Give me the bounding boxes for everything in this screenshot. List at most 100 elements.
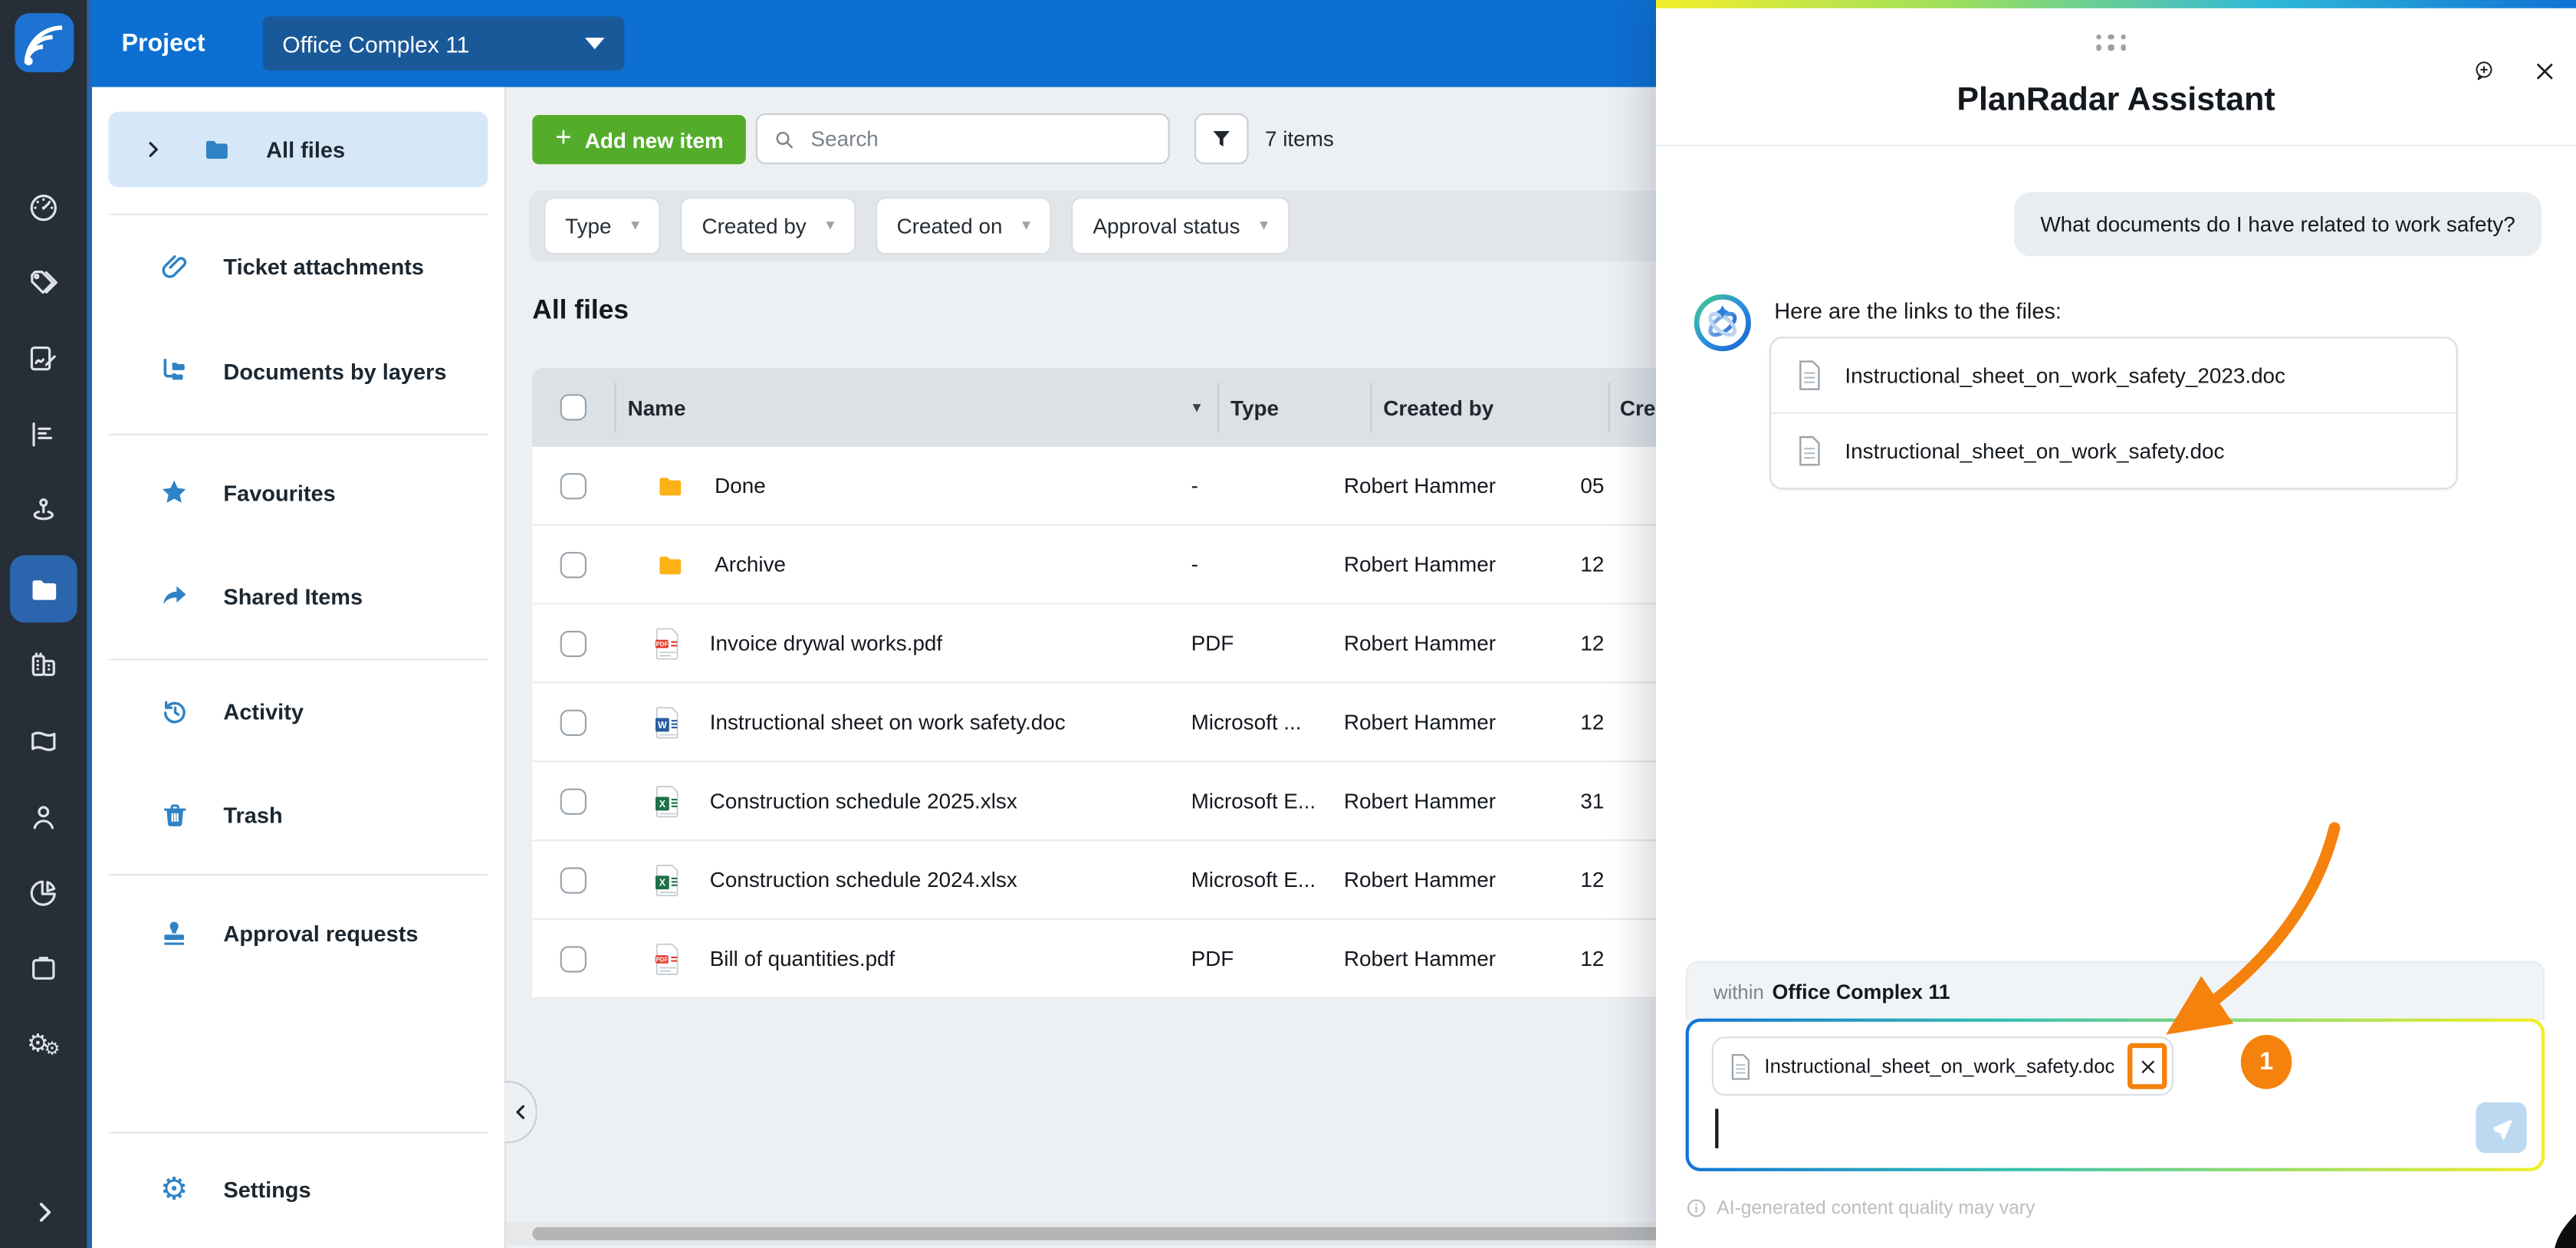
chevron-down-icon <box>585 38 605 49</box>
project-label: Project <box>122 30 205 57</box>
sidebar-item-activity[interactable]: Activity <box>108 674 488 750</box>
attachment-chip[interactable]: Instructional_sheet_on_work_safety.doc <box>1712 1036 2174 1095</box>
sort-caret-icon[interactable]: ▾ <box>1193 399 1201 417</box>
sidebar-item-settings[interactable]: ⚙ Settings <box>108 1151 488 1227</box>
rail-expand-button[interactable] <box>10 1177 77 1245</box>
excel-file-icon: X <box>654 863 682 896</box>
column-header-created-by[interactable]: Created by <box>1370 368 1608 447</box>
share-arrow-icon <box>141 580 207 613</box>
search-box <box>756 113 1170 164</box>
assistant-message: Here are the links to the files: <box>1774 299 2062 323</box>
row-checkbox[interactable] <box>560 551 586 577</box>
sidebar-item-approval-requests[interactable]: Approval requests <box>108 895 488 971</box>
select-all-checkbox[interactable] <box>560 394 586 420</box>
text-cursor <box>1715 1108 1718 1148</box>
mouse-cursor <box>2551 1214 2576 1248</box>
flag-icon[interactable] <box>10 708 77 776</box>
person-location-icon[interactable] <box>10 476 77 544</box>
scope-row: within Office Complex 11 <box>1686 961 2545 1020</box>
svg-text:W: W <box>658 719 667 730</box>
add-new-item-button[interactable]: + Add new item <box>532 115 747 164</box>
sidebar-item-favourites[interactable]: Favourites <box>108 455 488 531</box>
divider <box>108 434 488 435</box>
feedback-bubble-icon <box>2472 53 2496 89</box>
buildings-icon[interactable] <box>10 631 77 698</box>
document-icon <box>1730 1053 1751 1080</box>
documents-rail-item[interactable] <box>10 555 77 622</box>
star-icon <box>141 476 207 509</box>
filter-chip-type[interactable]: Type ▾ <box>544 197 661 255</box>
composer: within Office Complex 11 Instructional_s… <box>1686 961 2545 1020</box>
row-checkbox[interactable] <box>560 472 586 498</box>
chevron-down-icon: ▾ <box>1260 217 1268 235</box>
feedback-bubble-button[interactable] <box>2463 49 2505 92</box>
chevron-down-icon: ▾ <box>826 217 834 235</box>
file-link[interactable]: Instructional_sheet_on_work_safety_2023.… <box>1771 338 2456 412</box>
sidebar-item-documents-by-layers[interactable]: Documents by layers <box>108 333 488 409</box>
row-checkbox[interactable] <box>560 630 586 656</box>
app-window: ⚙⚙ Project Office Complex 11 All files <box>0 0 2576 1248</box>
tags-icon[interactable] <box>10 250 77 317</box>
sidebar-item-shared-items[interactable]: Shared Items <box>108 559 488 635</box>
message-input[interactable]: Instructional_sheet_on_work_safety.doc 1 <box>1689 1022 2542 1168</box>
chevron-right-icon[interactable] <box>131 138 174 161</box>
files-sidebar: All files Ticket attachments Documents b… <box>92 87 506 1248</box>
column-header-name[interactable]: Name ▾ <box>614 368 1217 447</box>
close-panel-button[interactable] <box>2523 49 2566 92</box>
funnel-icon <box>1209 126 1234 151</box>
scrollbar-thumb[interactable] <box>532 1227 1708 1240</box>
svg-text:PDF: PDF <box>656 640 669 647</box>
folder-icon <box>654 548 687 581</box>
annotation-badge: 1 <box>2241 1035 2292 1089</box>
row-checkbox[interactable] <box>560 709 586 735</box>
drag-handle-icon[interactable] <box>2096 34 2126 51</box>
divider <box>1656 145 2576 146</box>
sidebar-item-all-files[interactable]: All files <box>108 112 488 188</box>
history-icon <box>141 696 207 727</box>
page-title: All files <box>532 296 629 327</box>
disclaimer: AI-generated content quality may vary <box>1686 1197 2036 1219</box>
chevron-down-icon: ▾ <box>1022 217 1030 235</box>
user-message: What documents do I have related to work… <box>2014 192 2542 257</box>
filter-chip-approval-status[interactable]: Approval status ▾ <box>1072 197 1290 255</box>
filter-chip-created-on[interactable]: Created on ▾ <box>876 197 1052 255</box>
stamp-icon <box>141 917 207 950</box>
filter-button[interactable] <box>1194 113 1249 164</box>
search-input[interactable] <box>807 125 1152 153</box>
sidebar-item-trash[interactable]: Trash <box>108 777 488 853</box>
gear-icon: ⚙ <box>141 1174 207 1205</box>
planradar-logo[interactable] <box>15 13 74 72</box>
settings-gears-icon[interactable]: ⚙⚙ <box>10 1010 77 1078</box>
file-link[interactable]: Instructional_sheet_on_work_safety.doc <box>1771 412 2456 488</box>
row-checkbox[interactable] <box>560 945 586 971</box>
scope-project-name: Office Complex 11 <box>1772 980 1950 1003</box>
send-button[interactable] <box>2476 1102 2526 1153</box>
sidebar-item-ticket-attachments[interactable]: Ticket attachments <box>108 228 488 304</box>
gradient-accent-bar <box>1656 0 2576 8</box>
word-file-icon: W <box>654 705 682 738</box>
pie-chart-icon[interactable] <box>10 859 77 927</box>
app-rail: ⚙⚙ <box>0 0 87 1248</box>
person-icon[interactable] <box>10 783 77 851</box>
rail-accent-strip <box>87 0 92 1248</box>
document-icon <box>1797 435 1822 467</box>
filter-chip-created-by[interactable]: Created by ▾ <box>681 197 856 255</box>
gantt-chart-icon[interactable] <box>10 401 77 468</box>
dashboard-gauge-icon[interactable] <box>10 174 77 241</box>
form-signature-icon[interactable] <box>10 325 77 392</box>
close-icon <box>2533 58 2556 83</box>
plus-icon: + <box>555 122 571 155</box>
column-header-type[interactable]: Type <box>1217 368 1370 447</box>
file-links-card: Instructional_sheet_on_work_safety_2023.… <box>1769 337 2458 489</box>
items-count: 7 items <box>1265 126 1334 151</box>
close-icon <box>2138 1057 2157 1076</box>
row-checkbox[interactable] <box>560 788 586 814</box>
project-selector[interactable]: Office Complex 11 <box>263 16 624 71</box>
remove-attachment-button[interactable] <box>2128 1043 2167 1089</box>
divider <box>108 658 488 660</box>
clipboard-icon[interactable] <box>10 934 77 1002</box>
row-checkbox[interactable] <box>560 866 586 892</box>
folder-icon <box>25 571 61 607</box>
svg-text:X: X <box>659 877 666 888</box>
svg-text:X: X <box>659 798 666 809</box>
